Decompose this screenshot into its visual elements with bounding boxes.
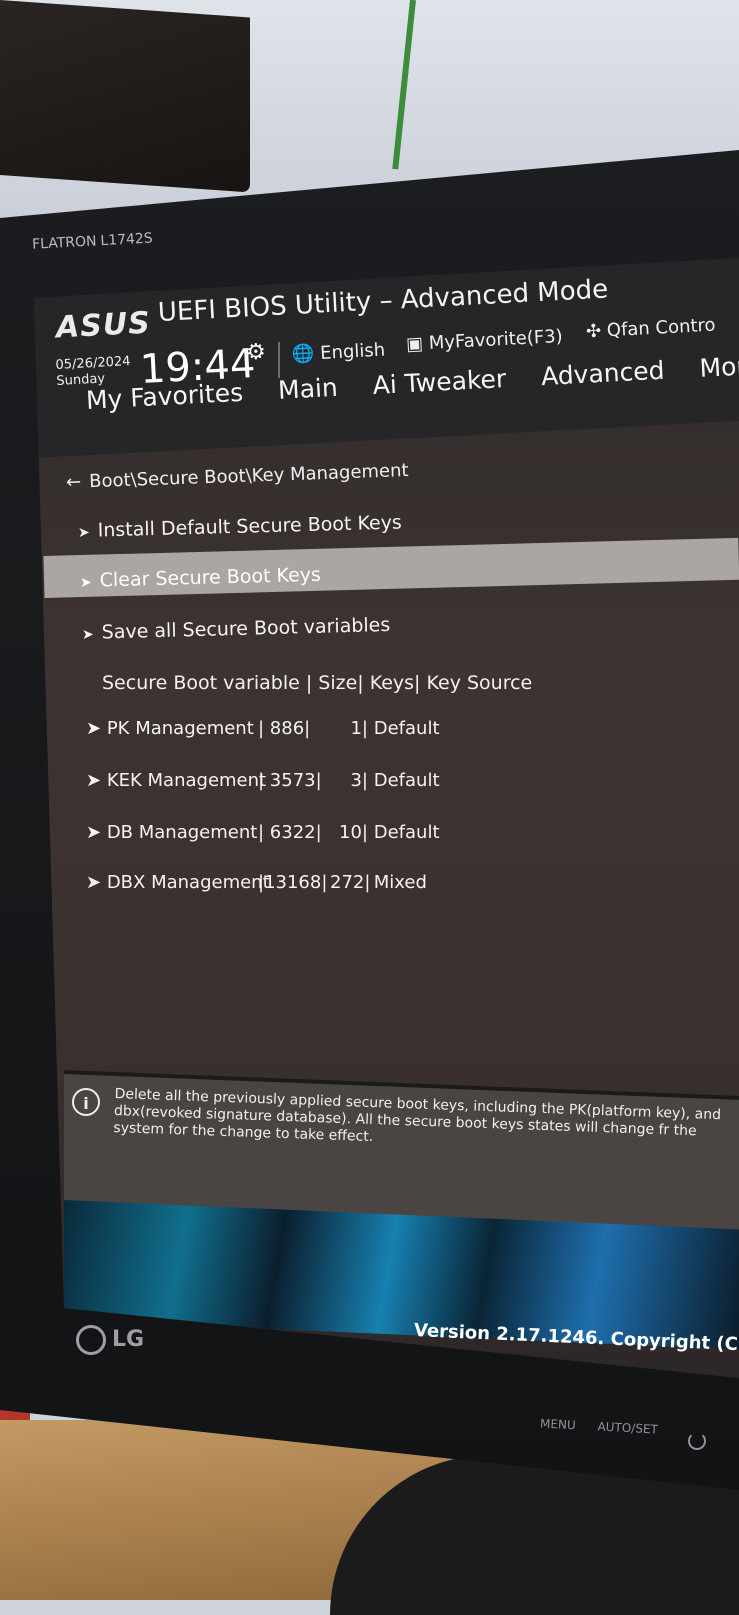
- row-size: |13168|: [258, 872, 328, 893]
- dbx-management-row[interactable]: ➤ DBX Management|13168| 272| Mixed: [86, 872, 427, 893]
- row-name: ➤ PK Management: [86, 718, 254, 739]
- row-keys: 3|: [350, 770, 368, 791]
- row-size: | 886|: [258, 718, 311, 739]
- globe-icon: 🌐: [291, 343, 316, 366]
- chevron-right-icon: ➤: [77, 524, 90, 541]
- row-size: | 3573|: [258, 770, 322, 791]
- background-shelf: [0, 0, 250, 193]
- row-keys: 10|: [339, 822, 368, 843]
- tab-monitor[interactable]: Mon: [699, 351, 739, 383]
- table-header: Secure Boot variable | Size| Keys| Key S…: [102, 672, 533, 694]
- row-name: ➤ KEK Management: [86, 770, 267, 791]
- db-management-row[interactable]: ➤ DB Management| 6322| 10| Default: [86, 822, 440, 843]
- chevron-right-icon: ➤: [79, 574, 92, 591]
- back-arrow-icon[interactable]: ←: [66, 471, 82, 493]
- row-name: ➤ DB Management: [86, 822, 258, 843]
- menu-button-label[interactable]: MENU: [540, 1416, 576, 1432]
- row-name: ➤ DBX Management: [86, 872, 270, 893]
- chevron-right-icon: ➤: [81, 626, 94, 643]
- info-icon: i: [72, 1088, 100, 1116]
- row-source: Default: [373, 822, 440, 843]
- pk-management-row[interactable]: ➤ PK Management | 886| 1| Default: [86, 718, 440, 739]
- row-source: Default: [373, 718, 440, 739]
- gear-icon[interactable]: ⚙: [246, 340, 266, 365]
- breadcrumb[interactable]: ← Boot\Secure Boot\Key Management: [66, 460, 409, 493]
- row-source: Default: [373, 770, 440, 791]
- lg-logo-icon: [76, 1325, 106, 1355]
- row-keys: 272|: [330, 872, 371, 893]
- bios-screen: ASUS UEFI BIOS Utility – Advanced Mode 0…: [34, 258, 739, 1378]
- header-divider: [278, 342, 280, 378]
- favorite-icon: ▣: [405, 333, 424, 356]
- row-size: | 6322|: [258, 822, 322, 843]
- install-default-keys-item[interactable]: ➤ Install Default Secure Boot Keys: [78, 512, 402, 542]
- asus-logo: ASUS: [55, 305, 152, 346]
- row-keys: 1|: [350, 718, 368, 739]
- tab-main[interactable]: Main: [277, 373, 338, 405]
- lg-logo: LG: [76, 1325, 144, 1355]
- fan-icon: ✣: [585, 320, 602, 343]
- power-icon[interactable]: [688, 1432, 706, 1450]
- save-secure-boot-variables-item[interactable]: ➤ Save all Secure Boot variables: [82, 614, 391, 644]
- kek-management-row[interactable]: ➤ KEK Management| 3573| 3| Default: [86, 770, 440, 791]
- row-source: Mixed: [373, 872, 427, 893]
